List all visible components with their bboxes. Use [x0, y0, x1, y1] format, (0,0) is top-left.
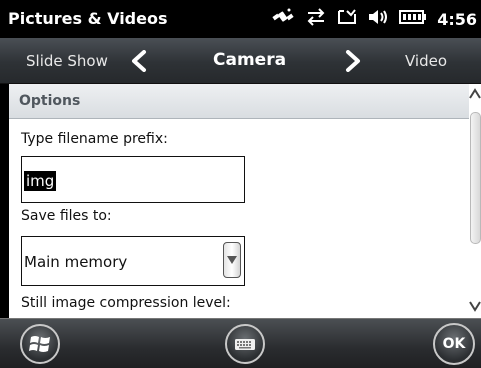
- keyboard-icon: [235, 339, 255, 350]
- title-bar: Pictures & Videos 4:56: [0, 0, 481, 38]
- scroll-up-icon[interactable]: [469, 86, 481, 112]
- keyboard-button[interactable]: [225, 324, 265, 364]
- clock: 4:56: [437, 9, 477, 29]
- dropdown-button[interactable]: [223, 242, 241, 278]
- nav-current-label: Camera: [213, 50, 287, 70]
- scroll-down-icon[interactable]: [469, 294, 481, 320]
- ok-label: OK: [442, 336, 466, 352]
- battery-icon: [399, 7, 427, 31]
- scrollbar[interactable]: [469, 84, 481, 318]
- nav-prev-label[interactable]: Slide Show: [26, 52, 108, 70]
- start-button[interactable]: [20, 324, 60, 364]
- speaker-icon: [367, 7, 389, 31]
- scroll-thumb[interactable]: [470, 112, 481, 244]
- compression-label: Still image compression level:: [21, 295, 231, 311]
- message-icon: [337, 7, 357, 31]
- chevron-right-icon[interactable]: [343, 50, 363, 76]
- filename-prefix-value: img: [24, 171, 57, 191]
- filename-prefix-input[interactable]: img: [21, 156, 245, 203]
- options-panel: Options Type filename prefix: img Save f…: [9, 84, 469, 318]
- filename-prefix-label: Type filename prefix:: [21, 131, 168, 147]
- pivot-navigation: Slide Show Camera Video: [0, 38, 481, 84]
- status-area[interactable]: 4:56: [261, 8, 477, 30]
- nav-next-label[interactable]: Video: [405, 52, 447, 70]
- satellite-icon: [271, 7, 295, 31]
- chevron-left-icon[interactable]: [129, 50, 149, 76]
- chevron-down-icon: [227, 256, 237, 264]
- options-header: Options: [9, 84, 469, 119]
- save-files-label: Save files to:: [21, 208, 112, 224]
- section-title: Options: [19, 93, 81, 109]
- ok-button[interactable]: OK: [433, 323, 475, 365]
- save-location-dropdown[interactable]: Main memory: [21, 236, 245, 286]
- save-location-value: Main memory: [24, 253, 128, 271]
- bottom-bar: OK: [0, 318, 481, 368]
- windows-start-icon: [29, 336, 50, 352]
- data-sync-icon: [305, 7, 327, 31]
- app-title: Pictures & Videos: [8, 9, 168, 28]
